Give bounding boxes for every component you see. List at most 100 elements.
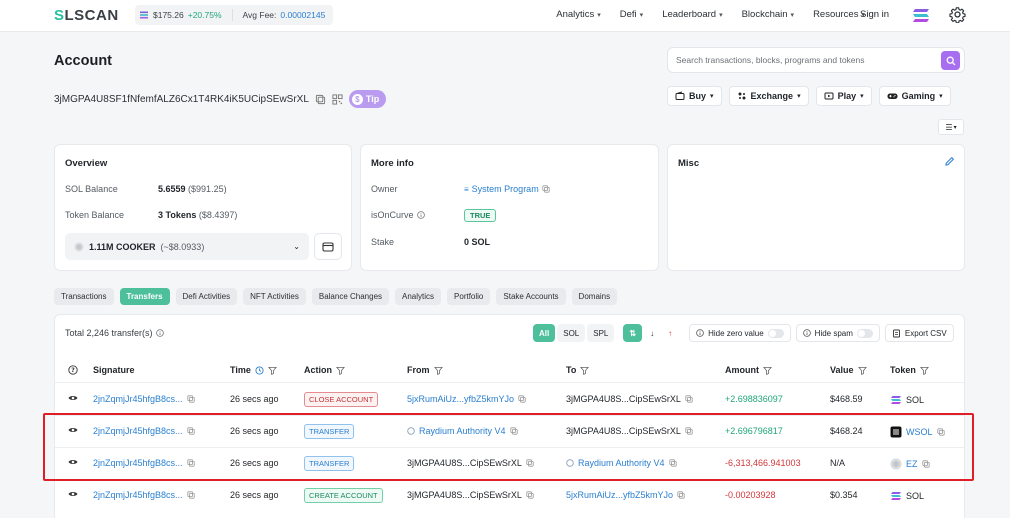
tab-stake-accounts[interactable]: Stake Accounts xyxy=(496,288,566,305)
solana-network-icon[interactable] xyxy=(912,8,930,23)
copy-icon xyxy=(186,395,195,403)
page-title: Account xyxy=(54,53,112,69)
token-cell[interactable]: WSOL xyxy=(890,426,945,438)
qr-code-icon[interactable] xyxy=(332,93,343,105)
play-button[interactable]: Play ▾ xyxy=(815,86,872,106)
nav-defi[interactable]: Defi ▾ xyxy=(620,9,643,20)
filter-spl[interactable]: SPL xyxy=(587,324,615,342)
filter-sol[interactable]: SOL xyxy=(557,324,586,342)
hide-spam-toggle[interactable]: Hide spam xyxy=(795,324,880,342)
signature-link[interactable]: 2jnZqmjJr45hfgB8cs... xyxy=(93,394,195,404)
copy-icon xyxy=(685,427,693,435)
copy-icon xyxy=(509,427,518,435)
token-cell[interactable]: SOL xyxy=(890,490,924,502)
tab-transfers[interactable]: Transfers xyxy=(119,288,170,305)
token-icon xyxy=(74,242,84,251)
more-info-title: More info xyxy=(371,158,414,169)
help-icon[interactable]: ? xyxy=(68,365,78,375)
portfolio-button[interactable] xyxy=(314,233,342,260)
token-cell[interactable]: EZ xyxy=(890,458,930,470)
nav-leaderboard[interactable]: Leaderboard ▾ xyxy=(662,9,722,20)
info-icon xyxy=(802,329,811,337)
filter-all[interactable]: All xyxy=(533,324,556,342)
signature-link[interactable]: 2jnZqmjJr45hfgB8cs... xyxy=(93,426,195,436)
col-action[interactable]: Action xyxy=(304,365,345,375)
search-button[interactable] xyxy=(941,51,960,70)
account-tabs: Transactions Transfers Defi Activities N… xyxy=(54,288,618,305)
from-address-link[interactable]: 5jxRumAiUz...yfbZ5kmYJo xyxy=(407,394,526,404)
col-token[interactable]: Token xyxy=(890,365,929,375)
filter-icon xyxy=(433,366,443,375)
toggle-switch xyxy=(767,328,784,338)
eye-icon[interactable] xyxy=(68,458,78,466)
overview-card: Overview SOL Balance 5.6559 ($991.25) To… xyxy=(54,144,352,271)
gaming-button[interactable]: Gaming ▾ xyxy=(878,86,951,106)
solana-icon xyxy=(140,11,148,19)
eye-icon[interactable] xyxy=(68,394,78,402)
col-signature: Signature xyxy=(93,365,135,375)
col-time[interactable]: Time xyxy=(230,365,277,375)
sol-balance-label: SOL Balance xyxy=(65,184,118,194)
value-cell: N/A xyxy=(830,458,846,468)
token-cell[interactable]: SOL xyxy=(890,394,924,406)
sign-in-link[interactable]: Sign in xyxy=(860,9,889,20)
table-row: 2jnZqmjJr45hfgB8cs... 26 secs ago TRANSF… xyxy=(55,448,964,480)
exchange-button[interactable]: Exchange ▾ xyxy=(728,86,809,106)
copy-icon xyxy=(518,395,526,403)
solana-icon xyxy=(891,492,901,500)
nav-resources[interactable]: Resources ▾ xyxy=(813,9,865,20)
tab-analytics[interactable]: Analytics xyxy=(395,288,442,305)
col-amount[interactable]: Amount xyxy=(725,365,772,375)
direction-in-button[interactable]: ↓ xyxy=(644,324,661,342)
search-input[interactable] xyxy=(668,48,928,72)
to-address-link[interactable]: Raydium Authority V4 xyxy=(566,458,677,468)
copy-icon[interactable] xyxy=(315,94,326,105)
nav-links: Analytics ▾ Defi ▾ Leaderboard ▾ Blockchain… xyxy=(556,9,865,20)
table-row: 2jnZqmjJr45hfgB8cs... 26 secs ago CLOSE … xyxy=(55,384,964,416)
tab-portfolio[interactable]: Portfolio xyxy=(447,288,491,305)
filter-icon xyxy=(336,366,345,375)
arrow-down-icon: ↓ xyxy=(650,328,655,338)
nav-blockchain[interactable]: Blockchain ▾ xyxy=(742,9,794,20)
layout-toggle[interactable]: ☰ ▾ xyxy=(938,119,964,135)
amount-cell: +2.696796817 xyxy=(725,426,783,436)
col-from[interactable]: From xyxy=(407,365,443,375)
signature-link[interactable]: 2jnZqmjJr45hfgB8cs... xyxy=(93,458,195,468)
raydium-icon xyxy=(407,427,415,435)
owner-link[interactable]: ≡ System Program xyxy=(464,184,550,194)
direction-out-button[interactable]: ↑ xyxy=(662,324,679,342)
divider xyxy=(231,9,233,21)
from-address-link[interactable]: Raydium Authority V4 xyxy=(407,426,518,436)
eye-icon[interactable] xyxy=(68,490,78,498)
signature-link[interactable]: 2jnZqmjJr45hfgB8cs... xyxy=(93,490,195,500)
copy-icon xyxy=(186,427,195,435)
solana-icon xyxy=(891,396,901,404)
tab-nft-activities[interactable]: NFT Activities xyxy=(243,288,306,305)
tab-defi-activities[interactable]: Defi Activities xyxy=(175,288,238,305)
nav-analytics[interactable]: Analytics ▾ xyxy=(556,9,601,20)
col-to[interactable]: To xyxy=(566,365,590,375)
tab-domains[interactable]: Domains xyxy=(571,288,618,305)
file-export-icon xyxy=(892,329,900,337)
to-address: 3jMGPA4U8S...CipSEwSrXL xyxy=(566,394,693,404)
gear-icon[interactable] xyxy=(949,6,966,23)
token-holdings-dropdown[interactable]: 1.11M COOKER (~$8.0933) ⌄ xyxy=(65,233,309,260)
eye-icon[interactable] xyxy=(68,426,78,434)
edit-icon[interactable] xyxy=(944,156,955,167)
total-transfers: Total 2,246 transfer(s) xyxy=(65,328,164,338)
tab-transactions[interactable]: Transactions xyxy=(54,288,114,305)
copy-icon xyxy=(668,459,677,467)
tip-button[interactable]: $ Tip xyxy=(348,90,387,108)
time-cell: 26 secs ago xyxy=(230,458,279,468)
tab-balance-changes[interactable]: Balance Changes xyxy=(311,288,390,305)
solscan-logo[interactable]: SLSCAN xyxy=(54,7,119,24)
time-cell: 26 secs ago xyxy=(230,426,279,436)
direction-all-button[interactable]: ⇅ xyxy=(623,324,643,342)
chevron-down-icon: ▾ xyxy=(639,12,644,19)
sol-change: +20.75% xyxy=(187,10,222,20)
buy-button[interactable]: Buy ▾ xyxy=(667,86,722,106)
hide-zero-toggle[interactable]: Hide zero value xyxy=(689,324,791,342)
export-csv-button[interactable]: Export CSV xyxy=(884,324,954,342)
col-value[interactable]: Value xyxy=(830,365,867,375)
to-address-link[interactable]: 5jxRumAiUz...yfbZ5kmYJo xyxy=(566,490,685,500)
